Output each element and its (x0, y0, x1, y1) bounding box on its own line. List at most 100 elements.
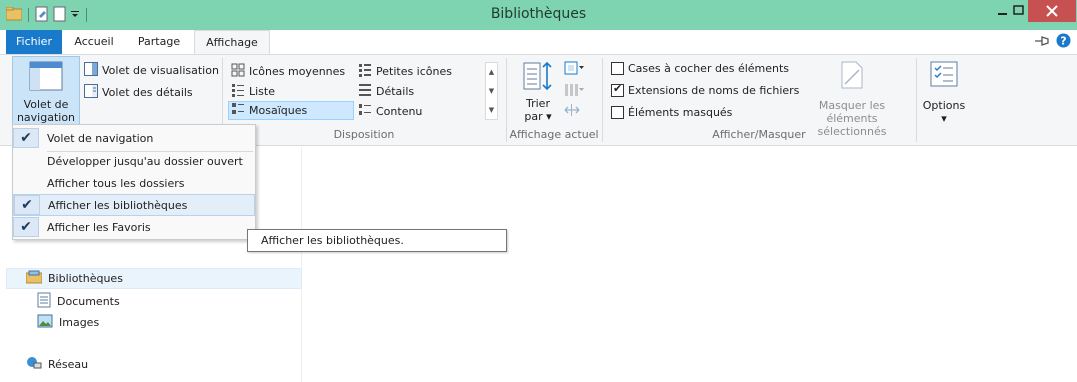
file-extensions-checkbox[interactable] (611, 82, 624, 97)
item-checkboxes-label: Cases à cocher des éléments (628, 62, 790, 75)
menu-check-slot (13, 173, 39, 193)
scroll-up-icon[interactable]: ▲ (486, 63, 497, 82)
group-label-disposition: Disposition (333, 128, 395, 141)
images-label: Images (59, 316, 100, 329)
menu-check-slot (13, 151, 39, 171)
check-icon: ✔ (14, 195, 40, 215)
group-label-current-view: Affichage actuel (509, 128, 599, 141)
group-separator (916, 58, 917, 142)
window-title: Bibliothèques (490, 6, 587, 22)
tab-partage[interactable]: Partage (128, 30, 190, 54)
pin-ribbon-icon[interactable] (1034, 35, 1050, 50)
layout-small-icons[interactable]: Petites icônes (358, 63, 452, 80)
tab-accueil[interactable]: Accueil (64, 30, 124, 54)
layout-list[interactable]: Liste (231, 83, 275, 100)
details-pane-label: Volet des détails (102, 86, 193, 99)
layout-tiles[interactable]: Mosaïques (228, 101, 354, 120)
layout-medium-icons[interactable]: Icônes moyennes (231, 63, 345, 80)
sort-label-2: par ▾ (524, 110, 552, 123)
file-extensions-toggle[interactable]: Extensions de noms de fichiers (611, 82, 800, 97)
close-button[interactable] (1028, 0, 1076, 22)
group-by-button[interactable] (563, 60, 585, 79)
small-icons-icon (358, 63, 372, 80)
title-bar: Bibliothèques (0, 0, 1077, 30)
more-icon[interactable]: ▼ (486, 101, 497, 120)
size-columns-button[interactable] (563, 102, 581, 121)
network-label: Réseau (48, 358, 89, 371)
hide-selected-icon (839, 60, 865, 93)
check-icon: ✔ (13, 128, 39, 148)
layout-content[interactable]: Contenu (358, 103, 422, 120)
nav-item-images[interactable]: Images (37, 314, 99, 331)
hidden-items-checkbox[interactable] (611, 106, 624, 119)
small-icons-label: Petites icônes (376, 65, 452, 78)
options-icon (929, 60, 959, 91)
nav-item-documents[interactable]: Documents (37, 292, 120, 311)
network-icon (26, 355, 42, 374)
tab-affichage[interactable]: Affichage (194, 30, 270, 55)
item-checkboxes-checkbox[interactable] (611, 62, 624, 75)
add-columns-button[interactable] (563, 82, 585, 101)
hide-selected-button[interactable]: Masquer les éléments sélectionnés (794, 60, 910, 138)
libraries-icon (25, 270, 43, 287)
scroll-down-icon[interactable]: ▼ (486, 82, 497, 101)
size-columns-icon (563, 102, 581, 121)
hidden-items-toggle[interactable]: Éléments masqués (611, 106, 732, 119)
menu-item-label: Afficher tous les dossiers (47, 176, 185, 190)
group-by-icon (563, 60, 585, 79)
options-chevron-icon: ▾ (941, 112, 947, 125)
details-label: Détails (376, 85, 415, 98)
navigation-pane-icon (29, 61, 63, 94)
details-pane-icon (84, 84, 98, 101)
file-extensions-label: Extensions de noms de fichiers (628, 84, 800, 97)
medium-icons-label: Icônes moyennes (249, 65, 346, 78)
add-columns-icon (563, 82, 585, 101)
content-label: Contenu (376, 105, 423, 118)
nav-item-network[interactable]: Réseau (26, 355, 88, 374)
menu-item-navigation-pane[interactable]: ✔ Volet de navigation (13, 127, 255, 149)
menu-item-show-libraries[interactable]: ✔ Afficher les bibliothèques (13, 194, 255, 216)
preview-pane-label: Volet de visualisation (102, 64, 219, 77)
check-icon: ✔ (13, 217, 39, 237)
layout-details[interactable]: Détails (358, 83, 414, 100)
nav-item-libraries[interactable]: Bibliothèques (6, 268, 302, 289)
options-button[interactable]: Options ▾ (919, 60, 969, 125)
group-label-show-hide: Afficher/Masquer (712, 128, 806, 141)
tiles-icon (231, 102, 245, 119)
menu-item-label: Développer jusqu'au dossier ouvert (47, 154, 243, 168)
svg-text:?: ? (1060, 35, 1066, 48)
item-checkboxes-toggle[interactable]: Cases à cocher des éléments (611, 62, 789, 75)
menu-item-show-favorites[interactable]: ✔ Afficher les Favoris (13, 216, 255, 238)
sort-label-1: Trier (526, 97, 550, 110)
documents-icon (37, 292, 51, 311)
menu-item-label: Afficher les Favoris (47, 220, 151, 234)
navigation-pane-label-1: Volet de (23, 98, 69, 111)
navigation-pane-menu: ✔ Volet de navigation Développer jusqu'a… (12, 124, 256, 240)
documents-label: Documents (57, 295, 120, 308)
details-pane-button[interactable]: Volet des détails (84, 84, 193, 101)
preview-pane-button[interactable]: Volet de visualisation (84, 62, 219, 79)
sort-icon (521, 60, 555, 95)
menu-item-show-all-folders[interactable]: Afficher tous les dossiers (13, 172, 255, 194)
ribbon-help-area: ? (1034, 33, 1071, 51)
hidden-items-label: Éléments masqués (628, 106, 733, 119)
medium-icons-icon (231, 63, 245, 80)
navigation-pane-button[interactable]: Volet de navigation ▾ (12, 56, 80, 137)
preview-pane-icon (84, 62, 98, 79)
menu-item-label: Afficher les bibliothèques (48, 198, 188, 212)
ribbon-tabs: Fichier Accueil Partage Affichage (0, 30, 1077, 55)
tab-fichier[interactable]: Fichier (6, 30, 62, 54)
list-label: Liste (249, 85, 275, 98)
images-icon (37, 314, 53, 331)
help-icon[interactable]: ? (1056, 33, 1071, 51)
layout-gallery-scroller[interactable]: ▲ ▼ ▼ (485, 62, 498, 120)
libraries-label: Bibliothèques (48, 272, 123, 285)
tooltip: Afficher les bibliothèques. (247, 229, 507, 252)
sort-by-button[interactable]: Trier par ▾ (519, 60, 557, 124)
options-label: Options (922, 99, 966, 112)
details-icon (358, 83, 372, 100)
hide-selected-label-1: Masquer les éléments (818, 99, 886, 125)
menu-item-expand-to-open-folder[interactable]: Développer jusqu'au dossier ouvert (13, 150, 255, 172)
content-icon (358, 103, 372, 120)
menu-item-label: Volet de navigation (47, 131, 154, 145)
